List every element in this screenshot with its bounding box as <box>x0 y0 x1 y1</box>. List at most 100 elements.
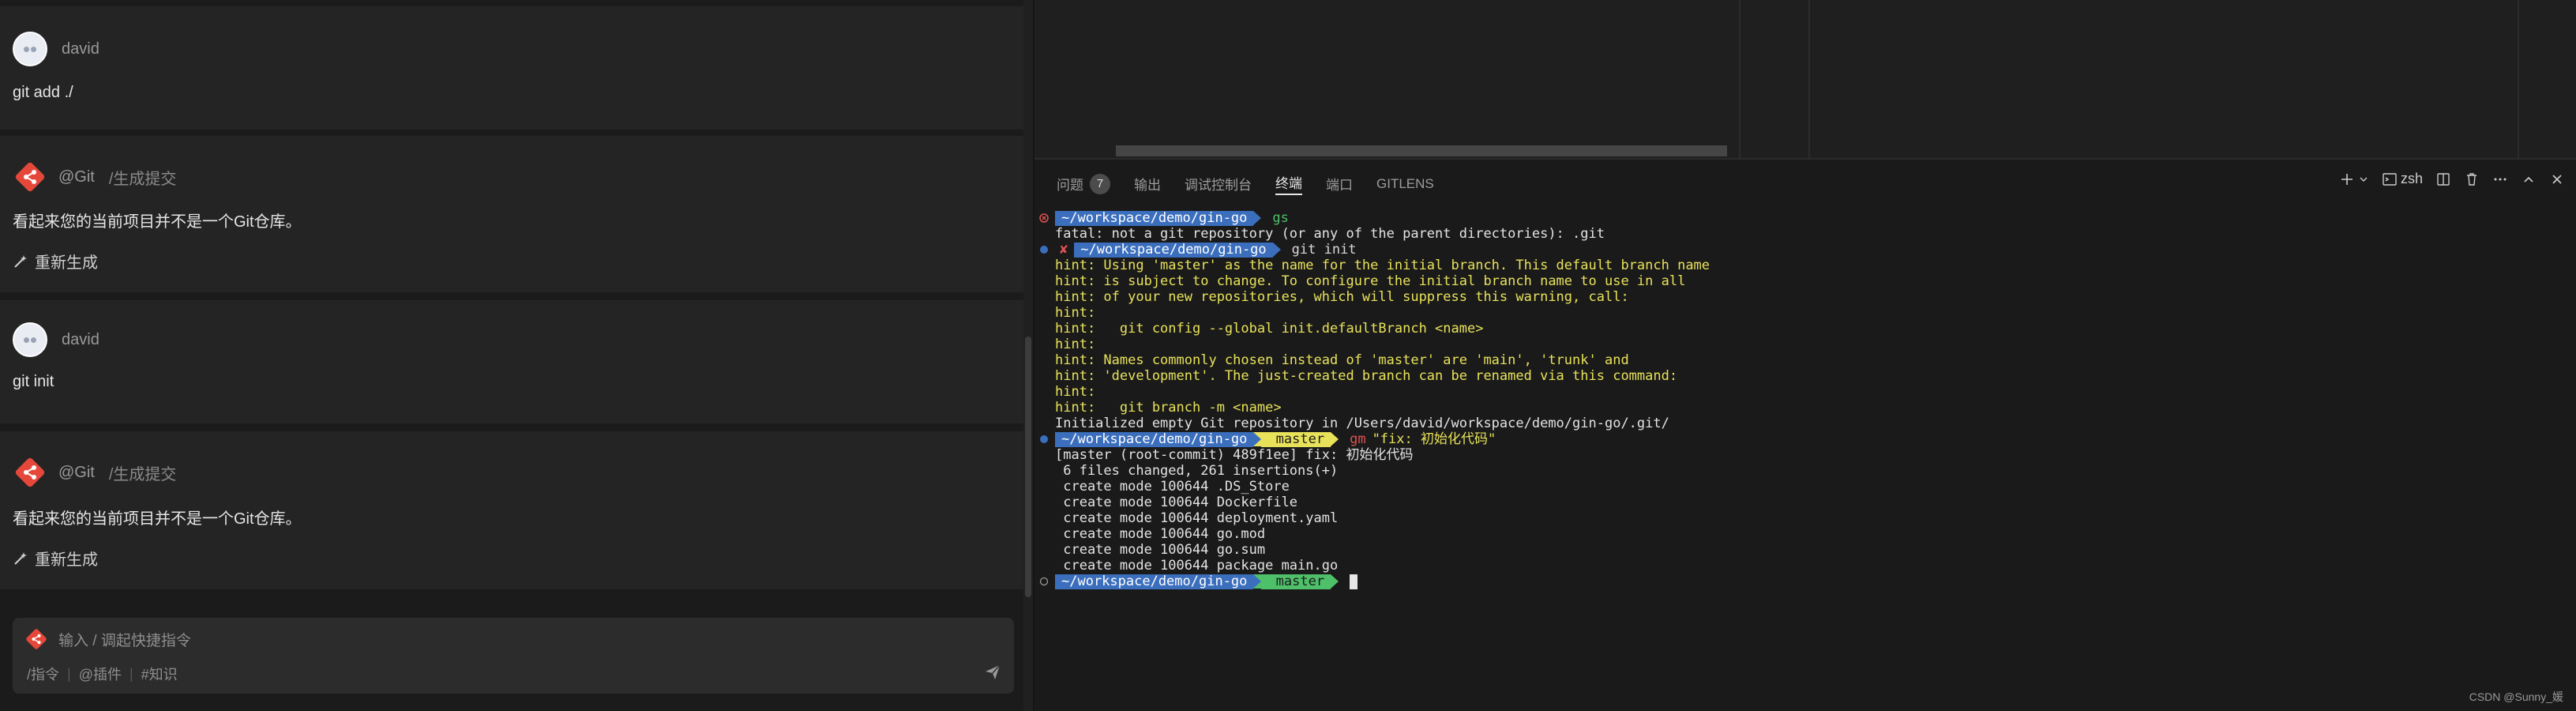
terminal-prompt-line: ~/workspace/demo/gin-go master gm "fix: … <box>1039 431 1496 447</box>
prompt-path: ~/workspace/demo/gin-go <box>1055 210 1254 226</box>
user-avatar <box>13 32 47 66</box>
terminal-hint-line: hint: <box>1055 384 1096 400</box>
prompt-separator <box>1331 574 1339 589</box>
ellipsis-icon <box>2494 178 2507 180</box>
message-text: git add ./ <box>13 84 73 101</box>
magic-wand-icon <box>14 551 27 565</box>
terminal-prompt-line: ~/workspace/demo/gin-go gs <box>1039 210 1289 226</box>
panel-tabs: 问题 7 输出 调试控制台 终端 端口 GITLENS <box>1057 172 1458 195</box>
chat-input-placeholder[interactable]: 输入 / 调起快捷指令 <box>58 629 191 650</box>
chat-message-user: david git init <box>0 300 1023 423</box>
regenerate-label: 重新生成 <box>35 551 98 569</box>
terminal-output-line: create mode 100644 package main.go <box>1055 558 1339 574</box>
user-avatar <box>13 322 47 357</box>
regenerate-label: 重新生成 <box>35 254 98 272</box>
git-branch-segment: master <box>1261 431 1331 447</box>
message-author: @Git <box>58 463 95 481</box>
tab-debug-console[interactable]: 调试控制台 <box>1185 174 1252 194</box>
plus-icon <box>2341 173 2353 185</box>
chat-scrollbar-thumb[interactable] <box>1025 337 1031 597</box>
panel-actions: zsh <box>2326 171 2565 187</box>
close-panel-button[interactable] <box>2549 171 2565 187</box>
maximize-panel-button[interactable] <box>2521 171 2537 187</box>
git-logo-icon <box>25 628 47 654</box>
git-branch-segment: master <box>1261 574 1331 589</box>
message-text: git init <box>13 373 54 390</box>
send-icon <box>986 664 1001 679</box>
terminal-prompt-line: ✘ ~/workspace/demo/gin-go git init <box>1039 242 1357 258</box>
tab-problems[interactable]: 问题 7 <box>1057 173 1110 194</box>
terminal-shell-selector[interactable]: zsh <box>2382 171 2423 187</box>
tab-terminal[interactable]: 终端 <box>1275 172 1302 195</box>
editor-minimap-line <box>2518 0 2519 158</box>
terminal-output-line: create mode 100644 Dockerfile <box>1055 495 1298 510</box>
message-command: /生成提交 <box>108 170 177 188</box>
terminal-hint-line: hint: git config --global init.defaultBr… <box>1055 321 1484 337</box>
chat-message-bot: @Git /生成提交 看起来您的当前项目并不是一个Git仓库。 重新生成 <box>0 136 1023 292</box>
command-shortcut[interactable]: /指令 <box>27 664 59 684</box>
terminal-output-line: create mode 100644 .DS_Store <box>1055 479 1290 495</box>
editor-horizontal-scrollbar[interactable] <box>1116 145 1727 156</box>
send-button[interactable] <box>984 664 1001 685</box>
regenerate-button[interactable]: 重新生成 <box>13 547 98 570</box>
status-dot-icon <box>1039 245 1055 254</box>
new-terminal-button[interactable] <box>2339 171 2369 187</box>
message-text: 看起来您的当前项目并不是一个Git仓库。 <box>13 510 302 528</box>
message-author: david <box>62 40 100 58</box>
trash-icon <box>2467 172 2476 186</box>
message-author: david <box>62 330 100 348</box>
watermark: CSDN @Sunny_媛 <box>2469 690 2563 703</box>
separator: | <box>67 665 71 682</box>
chat-message-bot: @Git /生成提交 看起来您的当前项目并不是一个Git仓库。 重新生成 <box>0 431 1023 589</box>
knowledge-shortcut[interactable]: #知识 <box>141 664 178 684</box>
separator: | <box>129 665 133 682</box>
terminal-hint-line: hint: Using 'master' as the name for the… <box>1055 258 1710 273</box>
split-terminal-button[interactable] <box>2435 171 2451 187</box>
prompt-path: ~/workspace/demo/gin-go <box>1074 242 1273 258</box>
terminal-output-line: create mode 100644 go.mod <box>1055 526 1266 542</box>
chat-scrollbar[interactable] <box>1023 0 1033 711</box>
terminal-output-line: fatal: not a git repository (or any of t… <box>1055 226 1605 242</box>
chevron-down-icon <box>2360 177 2368 182</box>
terminal-command-arg: "fix: 初始化代码" <box>1372 431 1496 447</box>
chat-panel: david git add ./ @Git /生成提交 看起来您的当前项目并不是… <box>0 0 1023 711</box>
regenerate-button[interactable]: 重新生成 <box>13 250 98 273</box>
terminal-output[interactable]: ~/workspace/demo/gin-go gs fatal: not a … <box>1039 205 2563 687</box>
terminal-output-line: Initialized empty Git repository in /Use… <box>1055 416 1669 431</box>
editor-split-line <box>1739 0 1740 158</box>
prompt-separator <box>1253 574 1262 589</box>
close-icon <box>2552 174 2562 184</box>
terminal-output-line: create mode 100644 go.sum <box>1055 542 1266 558</box>
chat-input-box[interactable]: 输入 / 调起快捷指令 /指令 | @插件 | #知识 <box>13 618 1014 694</box>
terminal-output-line: create mode 100644 deployment.yaml <box>1055 510 1339 526</box>
plugin-shortcut[interactable]: @插件 <box>79 664 122 684</box>
terminal-hint-line: hint: of your new repositories, which wi… <box>1055 289 1629 305</box>
terminal-hint-line: hint: 'development'. The just-created br… <box>1055 368 1678 384</box>
terminal-output-line: 6 files changed, 261 insertions(+) <box>1055 463 1339 479</box>
more-actions-button[interactable] <box>2492 171 2508 187</box>
kill-terminal-button[interactable] <box>2464 171 2480 187</box>
status-dot-icon <box>1039 577 1055 586</box>
status-dot-icon <box>1039 434 1055 444</box>
chevron-up-icon <box>2524 176 2533 182</box>
error-status-icon <box>1039 213 1055 223</box>
app-window: david git add ./ @Git /生成提交 看起来您的当前项目并不是… <box>0 0 2576 711</box>
message-text: 看起来您的当前项目并不是一个Git仓库。 <box>13 213 302 231</box>
git-logo-icon <box>13 455 47 490</box>
terminal-hint-line: hint: git branch -m <name> <box>1055 400 1282 416</box>
split-icon <box>2437 172 2450 186</box>
terminal-command: gs <box>1272 210 1289 226</box>
editor-area <box>1035 0 2576 158</box>
prompt-separator <box>1253 432 1262 446</box>
branch-name: master <box>1275 431 1325 447</box>
terminal-prompt-line: ~/workspace/demo/gin-go master <box>1039 574 1358 589</box>
tab-output[interactable]: 输出 <box>1134 174 1161 194</box>
terminal-hint-line: hint: Names commonly chosen instead of '… <box>1055 352 1629 368</box>
terminal-command: git init <box>1291 242 1357 258</box>
error-mark: ✘ <box>1060 242 1068 258</box>
branch-name: master <box>1275 573 1325 589</box>
shell-label: zsh <box>2400 171 2423 186</box>
tab-gitlens[interactable]: GITLENS <box>1376 176 1434 192</box>
tab-ports[interactable]: 端口 <box>1326 174 1353 194</box>
terminal-cursor <box>1350 574 1358 589</box>
